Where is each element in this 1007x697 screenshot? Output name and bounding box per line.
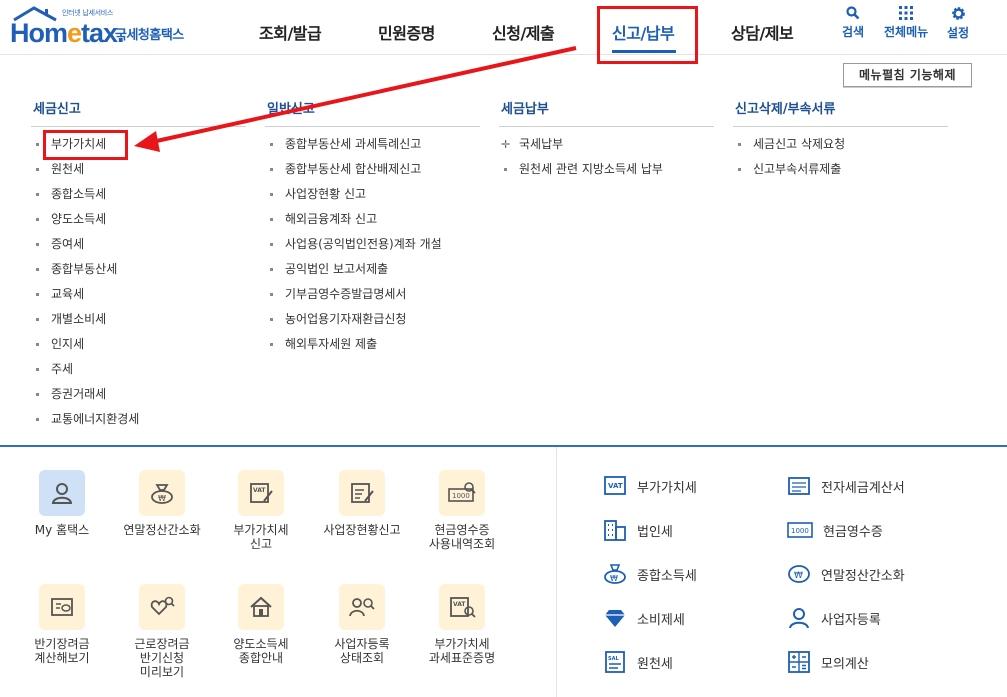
service-withholding-tax[interactable]: SAL 원천세 — [603, 649, 673, 675]
service-label: 모의계산 — [821, 656, 869, 672]
service-label: 현금영수증 — [823, 524, 883, 540]
svg-text:VAT: VAT — [253, 487, 266, 494]
tile-label: 반기장려금 계산해보기 — [34, 637, 90, 665]
withholding-document-icon: SAL — [605, 651, 625, 673]
service-label: 부가가치세 — [637, 480, 697, 496]
tile-work-incentive-preview[interactable]: 근로장려금 반기신청 미리보기 — [117, 584, 207, 679]
service-cash-receipt[interactable]: 1000 현금영수증 — [787, 517, 883, 543]
tile-business-status-report[interactable]: 사업장현황신고 — [317, 470, 407, 537]
vat-certificate-icon: VAT — [439, 584, 485, 630]
svg-text:SAL: SAL — [608, 656, 619, 662]
calculator-icon — [788, 651, 810, 673]
money-bag-icon: ₩ — [604, 564, 626, 584]
tile-capital-gains-guide[interactable]: 양도소득세 종합안내 — [216, 584, 306, 665]
service-label: 사업자등록 — [821, 612, 881, 628]
service-label: 연말정산간소화 — [821, 568, 905, 584]
service-consumption-tax[interactable]: 소비제세 — [603, 605, 685, 631]
tile-label: 양도소득세 종합안내 — [233, 637, 289, 665]
service-year-end-settlement[interactable]: ₩ 연말정산간소화 — [787, 561, 905, 587]
service-label: 원천세 — [637, 656, 673, 672]
invoice-icon — [788, 477, 810, 495]
document-edit-icon — [339, 470, 385, 516]
service-corporate-tax[interactable]: 법인세 — [603, 517, 673, 543]
tile-cash-receipt-history[interactable]: 1000 현금영수증 사용내역조회 — [417, 470, 507, 551]
people-search-icon — [339, 584, 385, 630]
tile-label: 근로장려금 반기신청 미리보기 — [134, 637, 190, 679]
svg-text:VAT: VAT — [608, 482, 623, 490]
tile-label: 사업자등록 상태조회 — [334, 637, 390, 665]
svg-text:1000: 1000 — [452, 492, 470, 500]
service-vat[interactable]: VAT 부가가치세 — [603, 473, 697, 499]
tile-label: 부가가치세 과세표준증명 — [428, 637, 496, 665]
tile-label: 현금영수증 사용내역조회 — [428, 523, 496, 551]
tile-vat-tax-base-certificate[interactable]: VAT 부가가치세 과세표준증명 — [417, 584, 507, 665]
building-icon — [604, 520, 626, 541]
tile-label: 부가가치세 신고 — [233, 523, 289, 551]
service-label: 전자세금계산서 — [821, 480, 905, 496]
house-icon — [238, 584, 284, 630]
person-icon — [39, 470, 85, 516]
person-icon — [789, 608, 809, 629]
tile-year-end-settlement[interactable]: ₩ 연말정산간소화 — [117, 470, 207, 537]
mega-menu-bottom-border — [0, 445, 1007, 447]
service-e-tax-invoice[interactable]: 전자세금계산서 — [787, 473, 905, 499]
section-divider — [556, 447, 557, 697]
heart-search-icon — [139, 584, 185, 630]
service-simulation-calc[interactable]: 모의계산 — [787, 649, 869, 675]
cash-receipt-icon: 1000 — [787, 522, 813, 538]
vat-document-icon: VAT — [238, 470, 284, 516]
money-bag-icon: ₩ — [139, 470, 185, 516]
service-business-registration[interactable]: 사업자등록 — [787, 605, 881, 631]
tile-label: My 홈택스 — [34, 523, 90, 537]
service-label: 종합소득세 — [637, 568, 697, 584]
tile-semiannual-incentive-calc[interactable]: 반기장려금 계산해보기 — [17, 584, 107, 665]
tile-my-hometax[interactable]: My 홈택스 — [17, 470, 107, 537]
calculator-document-icon — [39, 584, 85, 630]
receipt-search-icon: 1000 — [439, 470, 485, 516]
svg-text:VAT: VAT — [453, 601, 466, 608]
svg-text:1000: 1000 — [791, 527, 809, 535]
tile-vat-report[interactable]: VAT 부가가치세 신고 — [216, 470, 306, 551]
diamond-icon — [605, 610, 625, 627]
tile-label: 사업장현황신고 — [323, 523, 401, 537]
service-label: 소비제세 — [637, 612, 685, 628]
tile-business-registration-status[interactable]: 사업자등록 상태조회 — [317, 584, 407, 665]
vat-icon: VAT — [604, 476, 626, 495]
service-income-tax[interactable]: ₩ 종합소득세 — [603, 561, 697, 587]
svg-text:₩: ₩ — [794, 571, 803, 581]
settlement-icon: ₩ — [788, 565, 810, 583]
tile-label: 연말정산간소화 — [123, 523, 201, 537]
service-label: 법인세 — [637, 524, 673, 540]
svg-text:₩: ₩ — [610, 574, 618, 583]
svg-text:₩: ₩ — [158, 494, 166, 503]
